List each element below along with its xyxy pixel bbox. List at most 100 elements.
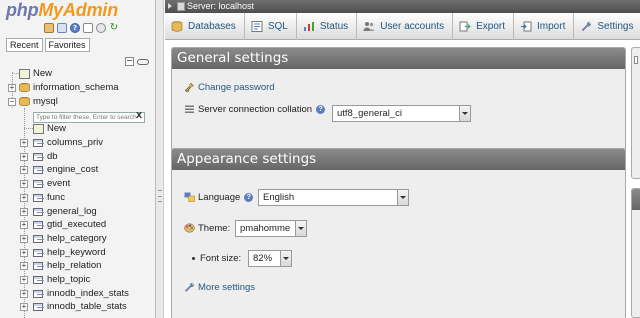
bullet-icon: [192, 256, 195, 260]
expand-icon[interactable]: +: [20, 303, 28, 312]
tab-label: User accounts: [380, 21, 445, 32]
expand-icon[interactable]: +: [20, 193, 28, 202]
user-accounts-icon: [363, 21, 375, 32]
font-size-select[interactable]: 82%: [248, 250, 292, 267]
tree-item-table[interactable]: + engine_cost: [0, 163, 150, 176]
palette-icon: [184, 223, 195, 233]
database-server-panel: [631, 47, 640, 179]
expand-icon[interactable]: +: [20, 289, 28, 298]
import-icon: [520, 21, 532, 32]
chevron-down-icon: [295, 221, 306, 236]
collation-select[interactable]: utf8_general_ci: [332, 105, 471, 122]
tree-item-table[interactable]: + help_keyword: [0, 246, 150, 259]
tab-export[interactable]: Export: [453, 13, 515, 40]
theme-select[interactable]: pmahomme: [235, 220, 307, 237]
navigation-scrollbar[interactable]: [156, 0, 164, 318]
tree-item-label: general_log: [47, 205, 97, 217]
change-password-link[interactable]: Change password: [198, 82, 275, 93]
more-settings-row: More settings: [184, 279, 255, 295]
tree-item-table[interactable]: + help_relation: [0, 259, 150, 272]
tree-item-table[interactable]: + gtid_executed: [0, 218, 150, 231]
phpmyadmin-logo[interactable]: phpMyAdmin: [6, 0, 118, 21]
tree-item-new[interactable]: New: [0, 67, 150, 80]
logout-icon[interactable]: [57, 23, 67, 33]
expand-icon[interactable]: +: [20, 139, 28, 147]
tab-label: Export: [476, 21, 506, 32]
chevron-down-icon: [459, 106, 470, 121]
tree-item-table[interactable]: + innodb_index_stats: [0, 287, 150, 300]
tab-settings[interactable]: Settings: [574, 13, 640, 40]
tab-status[interactable]: Status: [297, 13, 358, 40]
tree-item-table[interactable]: + event: [0, 177, 150, 190]
table-icon: [33, 276, 44, 284]
expand-icon[interactable]: +: [20, 248, 28, 257]
tab-sql[interactable]: SQL: [245, 13, 297, 40]
help-icon[interactable]: ?: [316, 104, 326, 114]
tree-item-table[interactable]: + func: [0, 191, 150, 204]
tree-item-label: columns_priv: [47, 137, 103, 148]
tab-databases[interactable]: Databases: [165, 13, 245, 40]
gear-icon[interactable]: [96, 23, 106, 33]
top-menu: Databases SQL Status User accounts Export Imp…: [165, 13, 640, 40]
language-row: Language ?: [184, 189, 254, 205]
documentation-icon[interactable]: [83, 23, 93, 33]
new-table-icon: [33, 124, 44, 134]
tree-item-label: engine_cost: [47, 164, 99, 176]
database-icon: [19, 83, 30, 92]
tab-recent[interactable]: Recent: [6, 38, 43, 52]
breadcrumb-server-link[interactable]: Server: localhost: [187, 1, 254, 11]
table-icon: [33, 248, 44, 257]
tree-item-table[interactable]: + db: [0, 150, 150, 163]
settings-icon: [580, 21, 592, 32]
expand-icon[interactable]: +: [20, 234, 28, 243]
table-icon: [33, 234, 44, 243]
panel-scroll-icon[interactable]: [634, 56, 638, 64]
key-icon: [184, 82, 194, 92]
home-icon[interactable]: [44, 23, 54, 33]
reload-icon[interactable]: ↻: [109, 23, 119, 33]
expand-icon[interactable]: +: [20, 262, 28, 271]
expand-icon[interactable]: +: [20, 152, 28, 161]
tree-item-label: help_topic: [47, 274, 91, 285]
server-icon: [177, 2, 185, 11]
tab-label: Import: [537, 21, 566, 32]
font-size-label: Font size:: [200, 252, 242, 264]
tree-item-mysql[interactable]: − mysql: [0, 95, 150, 108]
tree-item-label: New: [47, 123, 67, 134]
tab-import[interactable]: Import: [514, 13, 575, 40]
expand-icon[interactable]: +: [20, 207, 28, 216]
tree-item-table[interactable]: + innodb_table_stats: [0, 300, 150, 313]
expand-icon[interactable]: +: [20, 276, 28, 284]
expand-icon[interactable]: +: [20, 221, 28, 230]
tab-favorites[interactable]: Favorites: [44, 38, 90, 52]
tree-item-label: gtid_executed: [47, 219, 107, 231]
tree-item-table[interactable]: + help_category: [0, 232, 150, 245]
table-icon: [33, 262, 44, 271]
collapse-all-icon[interactable]: −: [125, 57, 134, 66]
table-icon: [33, 152, 44, 161]
language-select[interactable]: English: [258, 189, 409, 206]
tree-item-new-table[interactable]: New: [0, 122, 150, 135]
link-with-main-icon[interactable]: [137, 59, 149, 65]
collapse-icon[interactable]: −: [8, 98, 16, 106]
expand-icon[interactable]: +: [20, 180, 28, 189]
query-window-icon[interactable]: ?: [70, 23, 80, 33]
expand-icon[interactable]: +: [20, 166, 28, 175]
database-icon: [19, 97, 30, 106]
sql-icon: [251, 21, 263, 32]
clear-filter-button[interactable]: X: [136, 111, 142, 120]
nav-icon-bar: ? ↻: [44, 23, 119, 33]
tree-item-table[interactable]: + general_log: [0, 205, 150, 218]
help-icon[interactable]: ?: [244, 192, 254, 202]
tab-label: Status: [319, 21, 349, 32]
theme-select-value: pmahomme: [240, 223, 291, 234]
tree-item-information-schema[interactable]: + information_schema: [0, 81, 150, 94]
theme-row: Theme:: [184, 220, 230, 236]
more-settings-link[interactable]: More settings: [198, 282, 255, 293]
tab-user-accounts[interactable]: User accounts: [357, 13, 454, 40]
expand-icon[interactable]: +: [8, 84, 16, 92]
resize-grip-icon[interactable]: [158, 190, 162, 202]
tree-item-table[interactable]: + columns_priv: [0, 136, 150, 149]
tree-item-table[interactable]: + help_topic: [0, 273, 150, 286]
tree-item-label: information_schema: [33, 82, 119, 93]
